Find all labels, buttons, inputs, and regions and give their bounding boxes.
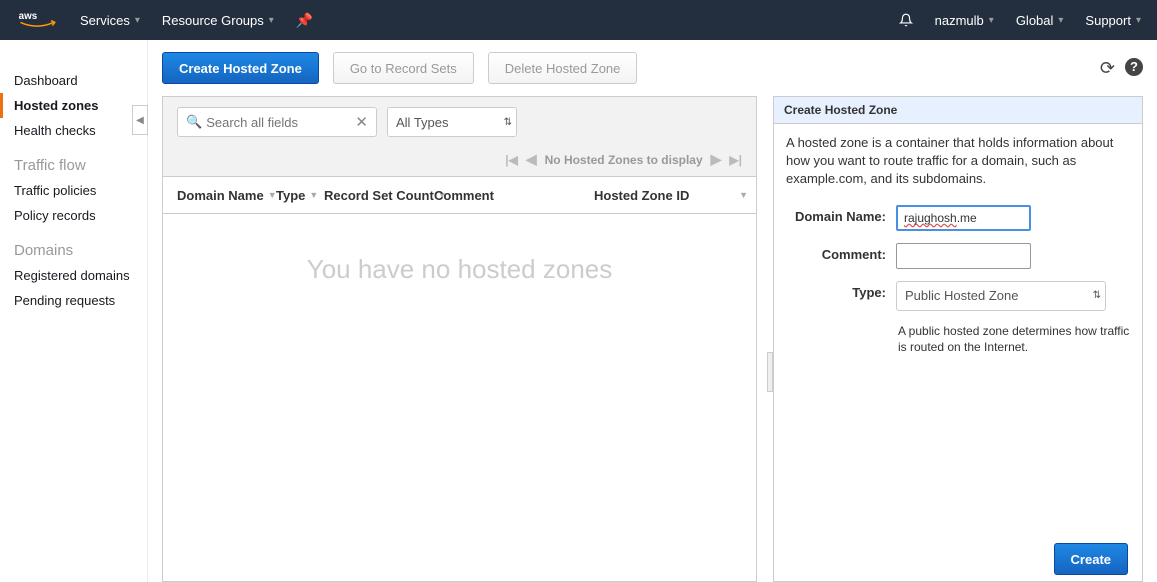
domain-name-value-b: .me: [957, 211, 977, 225]
services-menu[interactable]: Services ▾: [80, 13, 140, 28]
refresh-icon[interactable]: ⟳: [1100, 58, 1115, 79]
region-label: Global: [1016, 13, 1054, 28]
create-hosted-zone-panel: Create Hosted Zone A hosted zone is a co…: [773, 96, 1143, 582]
sidebar-collapse-button[interactable]: ◀: [132, 105, 148, 135]
type-filter-label: All Types: [396, 115, 449, 130]
sidebar-item-dashboard[interactable]: Dashboard: [0, 68, 147, 93]
search-input-wrapper: 🔍 ✕: [177, 107, 377, 137]
create-button[interactable]: Create: [1054, 543, 1128, 575]
panel-title: Create Hosted Zone: [774, 97, 1142, 124]
first-page-icon[interactable]: |◀: [505, 153, 518, 167]
search-input[interactable]: [202, 115, 355, 130]
type-label: Type:: [786, 281, 896, 300]
sidebar: ◀ Dashboard Hosted zones Health checks T…: [0, 40, 148, 582]
panel-description: A hosted zone is a container that holds …: [774, 124, 1142, 199]
sort-icon: ▼: [739, 190, 748, 200]
svg-text:aws: aws: [19, 11, 38, 22]
sidebar-item-health-checks[interactable]: Health checks: [0, 118, 147, 143]
aws-logo[interactable]: aws: [16, 9, 58, 31]
empty-state-message: You have no hosted zones: [307, 254, 613, 285]
sidebar-item-hosted-zones[interactable]: Hosted zones: [0, 93, 147, 118]
top-navigation: aws Services ▾ Resource Groups ▾ 📌 nazmu…: [0, 0, 1157, 40]
domain-name-input[interactable]: rajughosh.me: [896, 205, 1031, 231]
chevron-down-icon: ▾: [1136, 15, 1141, 26]
column-domain-name[interactable]: Domain Name▼: [163, 188, 268, 203]
column-hosted-zone-id[interactable]: Hosted Zone ID▼: [586, 188, 756, 203]
sidebar-heading-domains: Domains: [0, 228, 147, 263]
pager: |◀ ◀ No Hosted Zones to display ▶ ▶|: [163, 147, 756, 176]
domain-name-label: Domain Name:: [786, 205, 896, 224]
table-header: Domain Name▼ Type▼ Record Set Count▼ Com…: [163, 176, 756, 214]
clear-search-icon[interactable]: ✕: [355, 113, 368, 131]
chevron-down-icon: ▾: [989, 15, 994, 26]
comment-input[interactable]: [896, 243, 1031, 269]
type-select-value: Public Hosted Zone: [905, 288, 1018, 303]
type-select[interactable]: Public Hosted Zone: [896, 281, 1106, 311]
notifications-icon[interactable]: [899, 13, 913, 27]
resource-groups-menu[interactable]: Resource Groups ▾: [162, 13, 274, 28]
sidebar-item-policy-records[interactable]: Policy records: [0, 203, 147, 228]
go-to-record-sets-button[interactable]: Go to Record Sets: [333, 52, 474, 84]
prev-page-icon[interactable]: ◀: [526, 151, 537, 168]
type-help-text: A public hosted zone determines how traf…: [774, 317, 1142, 363]
sidebar-item-pending-requests[interactable]: Pending requests: [0, 288, 147, 313]
column-record-set-count[interactable]: Record Set Count▼: [316, 188, 426, 203]
user-menu[interactable]: nazmulb ▾: [935, 13, 994, 28]
next-page-icon[interactable]: ▶: [711, 151, 722, 168]
create-hosted-zone-button[interactable]: Create Hosted Zone: [162, 52, 319, 84]
region-menu[interactable]: Global ▾: [1016, 13, 1064, 28]
pager-status: No Hosted Zones to display: [545, 153, 703, 167]
sidebar-item-registered-domains[interactable]: Registered domains: [0, 263, 147, 288]
sidebar-item-traffic-policies[interactable]: Traffic policies: [0, 178, 147, 203]
search-icon: 🔍: [186, 114, 202, 130]
user-label: nazmulb: [935, 13, 984, 28]
hosted-zones-table: 🔍 ✕ All Types |◀ ◀ No Hosted Zones to di…: [162, 96, 757, 582]
chevron-down-icon: ▾: [135, 15, 140, 26]
resource-groups-label: Resource Groups: [162, 13, 264, 28]
comment-label: Comment:: [786, 243, 896, 262]
column-type[interactable]: Type▼: [268, 188, 316, 203]
sidebar-heading-traffic: Traffic flow: [0, 143, 147, 178]
resize-handle[interactable]: [767, 352, 773, 392]
pin-icon[interactable]: 📌: [296, 12, 313, 29]
toolbar: Create Hosted Zone Go to Record Sets Del…: [148, 40, 1157, 96]
support-menu[interactable]: Support ▾: [1085, 13, 1141, 28]
support-label: Support: [1085, 13, 1131, 28]
last-page-icon[interactable]: ▶|: [729, 153, 742, 167]
column-comment[interactable]: Comment: [426, 188, 586, 203]
type-filter-select[interactable]: All Types: [387, 107, 517, 137]
help-icon[interactable]: ?: [1125, 58, 1143, 76]
chevron-down-icon: ▾: [269, 15, 274, 26]
services-label: Services: [80, 13, 130, 28]
delete-hosted-zone-button[interactable]: Delete Hosted Zone: [488, 52, 638, 84]
chevron-down-icon: ▾: [1058, 15, 1063, 26]
domain-name-value-a: rajughosh: [904, 211, 957, 225]
